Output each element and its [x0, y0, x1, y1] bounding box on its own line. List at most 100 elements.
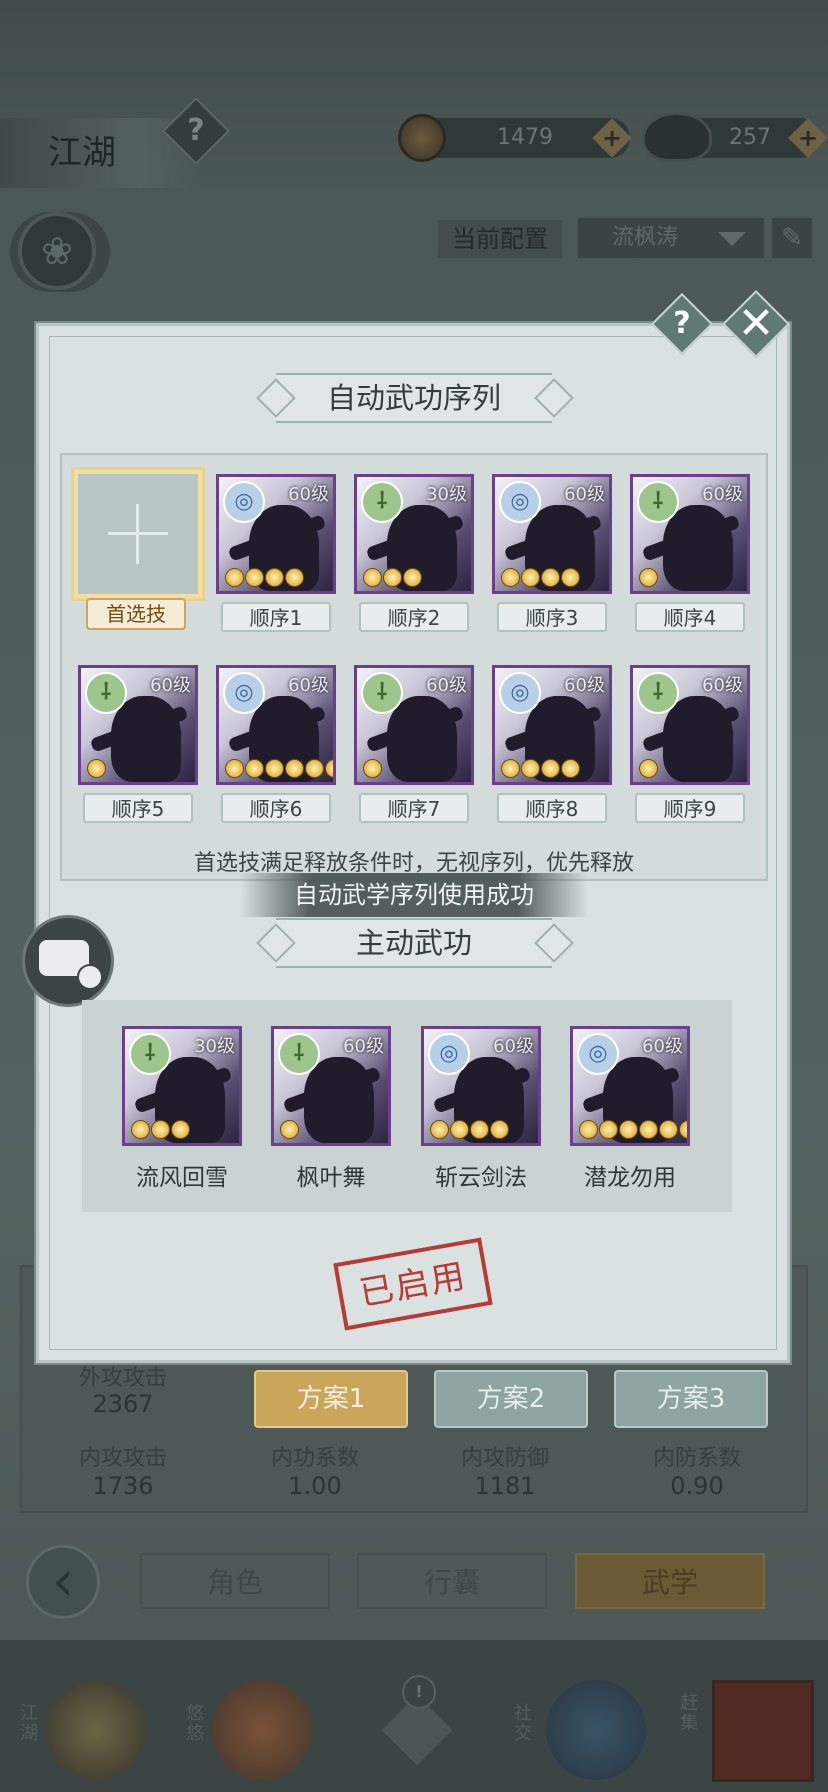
active-skill-card[interactable]: ⸸ 30级	[122, 1026, 242, 1146]
bottom-label: 悠悠	[186, 1703, 204, 1744]
active-skill-card[interactable]: ⸸ 60级	[271, 1026, 391, 1146]
close-icon: ✕	[737, 298, 775, 349]
stat-label: 外攻攻击	[78, 1366, 167, 1391]
copper-add-button[interactable]: +	[592, 118, 632, 158]
star-icon	[403, 568, 422, 587]
silver-ingot-icon	[642, 112, 712, 162]
lotus-icon: ❀	[18, 212, 96, 290]
skill-level: 60级	[702, 675, 743, 696]
star-icon	[561, 568, 580, 587]
config-label: 当前配置	[438, 220, 562, 258]
bottom-center-button[interactable]: !	[372, 1675, 462, 1785]
modal-help-button[interactable]: ?	[650, 292, 714, 356]
star-icon	[639, 759, 658, 778]
nav-tab-bag[interactable]: 行囊	[357, 1553, 547, 1609]
star-icon	[131, 1120, 150, 1139]
sequence-slot-label: 顺序1	[221, 602, 331, 632]
config-select[interactable]: 流枫涛	[578, 218, 764, 258]
star-icon	[383, 568, 402, 587]
bottom-social-button[interactable]: 社交	[510, 1680, 660, 1780]
chevron-down-icon	[718, 232, 746, 246]
skill-stars	[225, 568, 304, 588]
water-element-icon: ◎	[223, 672, 265, 714]
edit-config-button[interactable]: ✎	[772, 218, 812, 258]
active-skill-card[interactable]: ◎ 60级	[570, 1026, 690, 1146]
nav-tab-martial[interactable]: 武学	[575, 1553, 765, 1609]
sequence-skill-card[interactable]: ⸸ 60级	[78, 665, 198, 785]
star-icon	[639, 568, 658, 587]
star-icon	[305, 759, 324, 778]
star-icon	[541, 568, 560, 587]
star-icon	[659, 1120, 678, 1139]
plan-3-button[interactable]: 方案3	[614, 1370, 768, 1428]
preferred-skill-slot[interactable]	[74, 470, 202, 598]
sequence-skill-card[interactable]: ◎ 60级	[216, 665, 336, 785]
silver-add-button[interactable]: +	[788, 118, 828, 158]
skill-stars	[280, 1120, 299, 1140]
active-skill-card[interactable]: ◎ 60级	[421, 1026, 541, 1146]
copper-coin-icon	[398, 114, 446, 162]
back-arrow-icon: ‹	[51, 1549, 75, 1614]
sequence-skill-card[interactable]: ⸸ 30级	[354, 474, 474, 594]
star-icon	[280, 1120, 299, 1139]
back-button[interactable]: ‹	[26, 1545, 100, 1619]
sun-bird-icon	[212, 1680, 312, 1780]
skill-stars	[639, 568, 658, 588]
sequence-slot-label: 顺序8	[497, 793, 607, 823]
title-help-button[interactable]: ?	[162, 97, 230, 165]
skill-level: 60级	[426, 675, 467, 696]
plan-1-button[interactable]: 方案1	[254, 1370, 408, 1428]
copper-amount: 1479	[497, 125, 553, 150]
sequence-slot-label: 顺序5	[83, 793, 193, 823]
skill-level: 60级	[564, 675, 605, 696]
star-icon	[225, 759, 244, 778]
bottom-youyou-button[interactable]: 悠悠	[182, 1680, 332, 1780]
sequence-slot-label: 顺序2	[359, 602, 469, 632]
skill-level: 60级	[150, 675, 191, 696]
bottom-market-button[interactable]: 赶集	[676, 1670, 826, 1782]
star-icon	[430, 1120, 449, 1139]
sequence-skill-card[interactable]: ⸸ 60级	[630, 474, 750, 594]
stat-label: 内防系数	[652, 1446, 741, 1471]
nav-tab-role[interactable]: 角色	[140, 1553, 330, 1609]
sequence-slot-label: 顺序3	[497, 602, 607, 632]
star-icon	[490, 1120, 509, 1139]
sequence-skill-card[interactable]: ◎ 60级	[492, 665, 612, 785]
star-icon	[285, 759, 304, 778]
skill-stars	[501, 568, 580, 588]
plus-icon: +	[797, 124, 819, 152]
active-skill-name: 枫叶舞	[296, 1165, 366, 1191]
skill-level: 60级	[288, 484, 329, 505]
modal-close-button[interactable]: ✕	[722, 290, 790, 358]
star-icon	[171, 1120, 190, 1139]
lotus-emblem: ❀	[10, 212, 110, 292]
water-element-icon: ◎	[577, 1033, 619, 1075]
star-icon	[619, 1120, 638, 1139]
sequence-slot-label: 顺序7	[359, 793, 469, 823]
star-icon	[599, 1120, 618, 1139]
star-icon	[87, 759, 106, 778]
water-element-icon: ◎	[499, 481, 541, 523]
stat-value: 2367	[92, 1390, 154, 1418]
star-icon	[325, 759, 333, 778]
bottom-jianghu-button[interactable]: 江湖	[16, 1680, 166, 1780]
chat-button[interactable]	[22, 915, 114, 1007]
sequence-section-title: 自动武功序列	[276, 373, 552, 423]
sequence-skill-card[interactable]: ⸸ 60级	[630, 665, 750, 785]
star-icon	[363, 568, 382, 587]
sequence-skill-card[interactable]: ◎ 60级	[216, 474, 336, 594]
food-basket-icon	[712, 1680, 814, 1782]
wind-element-icon: ⸸	[637, 672, 679, 714]
plan-2-button[interactable]: 方案2	[434, 1370, 588, 1428]
star-icon	[679, 1120, 687, 1139]
skill-level: 60级	[564, 484, 605, 505]
sequence-slot-label: 顺序4	[635, 602, 745, 632]
star-icon	[285, 568, 304, 587]
star-icon	[501, 759, 520, 778]
skill-stars	[501, 759, 580, 779]
wind-element-icon: ⸸	[129, 1033, 171, 1075]
plus-icon	[136, 504, 139, 564]
star-icon	[151, 1120, 170, 1139]
sequence-skill-card[interactable]: ⸸ 60级	[354, 665, 474, 785]
sequence-skill-card[interactable]: ◎ 60级	[492, 474, 612, 594]
